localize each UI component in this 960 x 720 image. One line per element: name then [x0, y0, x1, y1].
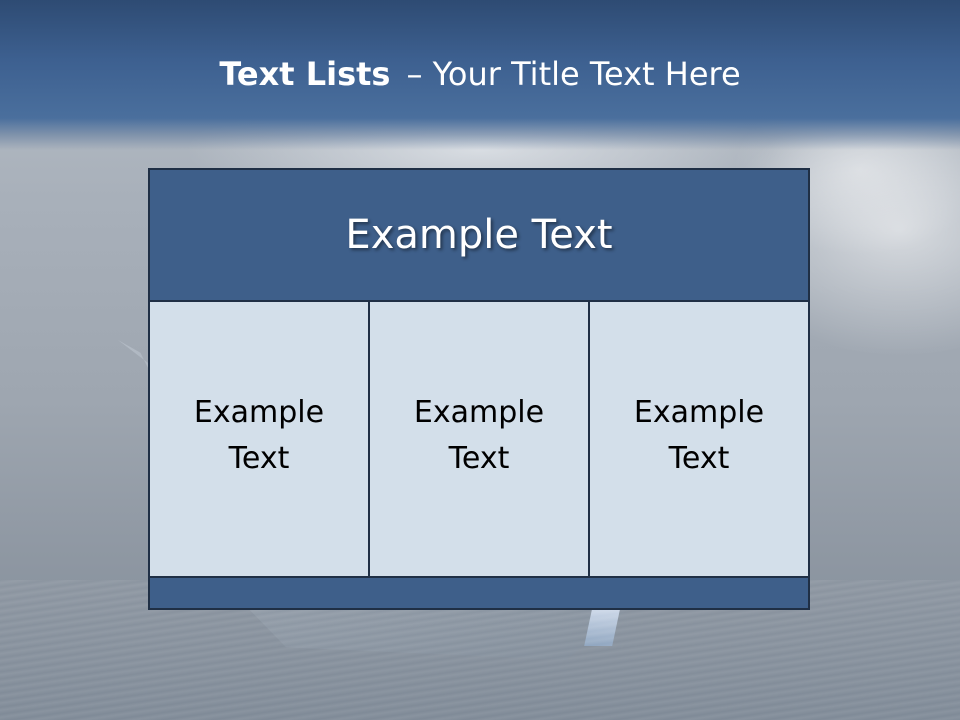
slide-title-bold: Text Lists: [219, 55, 391, 93]
list-item-1-text: Example Text: [193, 395, 325, 476]
list-item-1: Example Text: [148, 300, 370, 578]
list-item-2-text: Example Text: [413, 395, 545, 476]
slide-title-rest: – Your Title Text Here: [406, 55, 741, 93]
list-item-3-text: Example Text: [633, 395, 765, 476]
list-item-3: Example Text: [588, 300, 810, 578]
diagram-header-text: Example Text: [345, 212, 613, 258]
diagram-header-box: Example Text: [148, 168, 810, 302]
slide-title: Text Lists – Your Title Text Here: [0, 54, 960, 94]
diagram-footer-bar: [148, 576, 810, 610]
text-list-diagram: Example Text Example Text Example Text E…: [148, 168, 810, 610]
list-item-2: Example Text: [368, 300, 590, 578]
